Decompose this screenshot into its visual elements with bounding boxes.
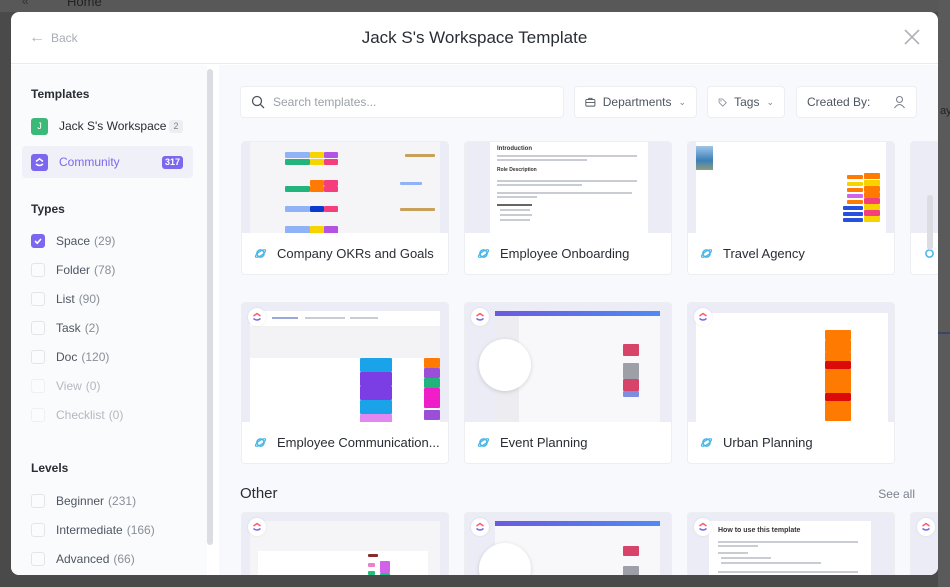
levels-heading: Levels: [31, 461, 69, 475]
chevron-down-icon: ⌄: [678, 96, 686, 107]
checkbox[interactable]: [31, 494, 45, 508]
preview-image: [696, 146, 713, 170]
template-card[interactable]: Introduction Role Description Employee O: [464, 141, 672, 275]
close-icon: [904, 29, 920, 45]
sidebar-item-label: Jack S's Workspace: [59, 119, 167, 133]
tag-icon: [718, 98, 727, 107]
space-planet-icon: [700, 249, 713, 258]
clickup-logo-icon: [917, 518, 935, 536]
background-page-title: Home: [67, 0, 102, 9]
template-preview: [242, 303, 448, 423]
type-filter-view: View (0): [31, 376, 100, 396]
type-filter-folder[interactable]: Folder (78): [31, 260, 115, 280]
type-filter-task[interactable]: Task (2): [31, 318, 99, 338]
template-gallery: Departments ⌄ Tags ⌄ Created By:: [219, 65, 938, 575]
checkbox[interactable]: [31, 263, 45, 277]
created-by-filter[interactable]: Created By:: [796, 86, 917, 118]
space-planet-icon: [254, 249, 267, 258]
checkbox: [31, 408, 45, 422]
level-filter-beginner[interactable]: Beginner (231): [31, 491, 136, 511]
briefcase-icon: [585, 97, 596, 107]
type-filter-list[interactable]: List (90): [31, 289, 100, 309]
user-icon: [894, 95, 905, 109]
template-preview: [688, 303, 894, 423]
type-filter-space[interactable]: Space (29): [31, 231, 115, 251]
checkbox: [31, 379, 45, 393]
template-preview: Introduction Role Description: [465, 142, 671, 235]
template-card[interactable]: Urban Planning: [687, 302, 895, 464]
sidebar-item-community[interactable]: Community 317: [22, 146, 193, 178]
gallery-scrollbar[interactable]: [927, 195, 933, 250]
background-text: ay: [940, 105, 950, 117]
level-filter-intermediate[interactable]: Intermediate (166): [31, 520, 155, 540]
template-card[interactable]: Travel Agency: [687, 141, 895, 275]
type-filter-checklist: Checklist (0): [31, 405, 123, 425]
count-badge: 2: [169, 119, 183, 133]
space-planet-icon: [477, 249, 490, 258]
clickup-logo-icon: [471, 518, 489, 536]
template-name: Event Planning: [500, 435, 588, 450]
filter-sidebar: Templates J Jack S's Workspace 2 Communi…: [11, 65, 207, 575]
template-card[interactable]: Employee Communication...: [241, 302, 449, 464]
section-title-other: Other: [240, 485, 278, 502]
type-filter-doc[interactable]: Doc (120): [31, 347, 109, 367]
clickup-logo-icon: [471, 308, 489, 326]
checkbox[interactable]: [31, 292, 45, 306]
template-card-partial[interactable]: [910, 512, 938, 575]
modal-header: ← Back Jack S's Workspace Template: [11, 12, 938, 64]
space-planet-icon: [477, 438, 490, 447]
template-name: Urban Planning: [723, 435, 813, 450]
template-card-partial[interactable]: [910, 141, 938, 275]
space-planet-icon: [700, 438, 713, 447]
template-preview: [242, 142, 448, 235]
template-preview: [688, 142, 894, 235]
templates-heading: Templates: [31, 87, 90, 101]
preview-magnifier: [479, 339, 531, 391]
background-right-panel: [938, 0, 950, 587]
sidebar-item-workspace[interactable]: J Jack S's Workspace 2: [22, 110, 193, 142]
modal-title: Jack S's Workspace Template: [361, 28, 588, 47]
checkbox[interactable]: [31, 234, 45, 248]
template-name: Travel Agency: [723, 246, 805, 261]
template-card[interactable]: [241, 512, 449, 575]
background-app-header: « Home: [0, 0, 950, 12]
close-button[interactable]: [902, 27, 922, 47]
chevron-down-icon: ⌄: [766, 96, 774, 107]
template-center-modal: ← Back Jack S's Workspace Template Templ…: [11, 12, 938, 575]
checkbox[interactable]: [31, 350, 45, 364]
sidebar-item-label: Community: [59, 155, 120, 169]
template-name: Employee Communication...: [277, 435, 440, 450]
check-icon: [34, 238, 42, 245]
clickup-logo-icon: [248, 518, 266, 536]
see-all-link[interactable]: See all: [878, 487, 915, 501]
checkbox[interactable]: [31, 523, 45, 537]
workspace-avatar-icon: J: [31, 117, 48, 135]
clickup-logo-icon: [694, 308, 712, 326]
template-card[interactable]: Event Planning: [464, 302, 672, 464]
template-name: Company OKRs and Goals: [277, 246, 434, 261]
template-name: Employee Onboarding: [500, 246, 630, 261]
search-icon: [251, 95, 265, 109]
checkbox[interactable]: [31, 552, 45, 566]
template-card[interactable]: [464, 512, 672, 575]
count-badge: 317: [161, 155, 183, 169]
clickup-logo-icon: [694, 518, 712, 536]
search-box[interactable]: [240, 86, 564, 118]
departments-dropdown[interactable]: Departments ⌄: [574, 86, 697, 118]
collapse-icon: «: [22, 0, 29, 8]
community-logo-icon: [31, 153, 48, 171]
types-heading: Types: [31, 202, 65, 216]
level-filter-advanced[interactable]: Advanced (66): [31, 549, 135, 569]
clickup-logo-icon: [248, 308, 266, 326]
tags-dropdown[interactable]: Tags ⌄: [707, 86, 785, 118]
search-input[interactable]: [273, 95, 553, 109]
checkbox[interactable]: [31, 321, 45, 335]
template-card[interactable]: Company OKRs and Goals: [241, 141, 449, 275]
template-preview: [465, 303, 671, 423]
space-planet-icon: [254, 438, 267, 447]
sidebar-scrollbar[interactable]: [207, 69, 213, 545]
template-card[interactable]: How to use this template: [687, 512, 895, 575]
